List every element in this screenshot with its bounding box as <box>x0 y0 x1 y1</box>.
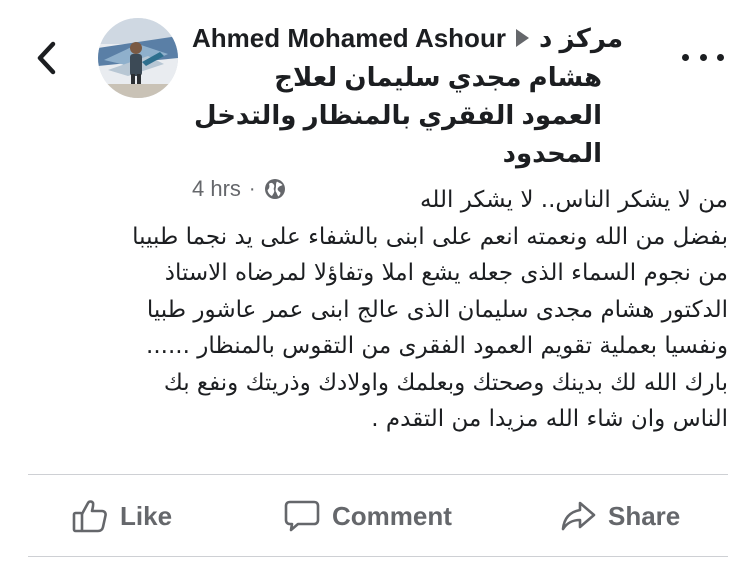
post-line: بارك الله لك بدينك وصحتك وبعلمك واولادك … <box>163 369 728 396</box>
more-horizontal-icon <box>717 53 724 61</box>
thumbs-up-icon <box>72 500 107 533</box>
post-line: الدكتور هشام مجدى سليمان الذى عالج ابنى … <box>146 296 728 323</box>
share-button[interactable]: Share <box>560 499 680 533</box>
post-actions-bar: Like Comment Share <box>28 475 728 556</box>
post-line: ونفسيا بعملية تقويم العمود الفقرى من الت… <box>146 333 728 359</box>
post-line: الناس وان شاء الله مزيدا من التقدم . <box>371 406 728 432</box>
like-label: Like <box>120 500 173 531</box>
avatar[interactable] <box>98 18 178 98</box>
comment-button[interactable]: Comment <box>284 499 452 533</box>
more-options-button[interactable] <box>682 42 724 72</box>
like-button[interactable]: Like <box>72 499 172 533</box>
author-name[interactable]: Ahmed Mohamed Ashour <box>192 23 506 54</box>
post-header: Ahmed Mohamed Ashour مركز د هشام مجدي سل… <box>0 0 746 201</box>
comment-bubble-icon <box>284 500 320 532</box>
post-line: من نجوم السماء الذى جعله يشع املا وتفاؤل… <box>164 260 728 286</box>
post-line: بفضل من الله ونعمته انعم على ابنى بالشفا… <box>132 223 728 250</box>
share-arrow-icon <box>561 501 596 531</box>
comment-label: Comment <box>332 500 452 531</box>
title-line: Ahmed Mohamed Ashour مركز د <box>192 18 662 58</box>
back-button[interactable] <box>26 36 66 80</box>
center-prefix[interactable]: مركز د <box>539 23 623 54</box>
page-name[interactable]: هشام مجدي سليمان لعلاج العمود الفقري بال… <box>192 58 602 172</box>
triangle-right-icon <box>515 29 529 47</box>
post-meta-block: Ahmed Mohamed Ashour مركز د هشام مجدي سل… <box>192 18 662 202</box>
post-text: من لا يشكر الناس.. لا يشكر الله بفضل من … <box>30 182 728 438</box>
post-line: من لا يشكر الناس.. لا يشكر الله <box>420 187 728 213</box>
more-horizontal-icon <box>699 53 707 61</box>
more-horizontal-icon <box>682 53 689 61</box>
chevron-left-icon <box>37 41 56 75</box>
actions-bottom-divider <box>28 556 728 557</box>
share-label: Share <box>608 500 681 531</box>
